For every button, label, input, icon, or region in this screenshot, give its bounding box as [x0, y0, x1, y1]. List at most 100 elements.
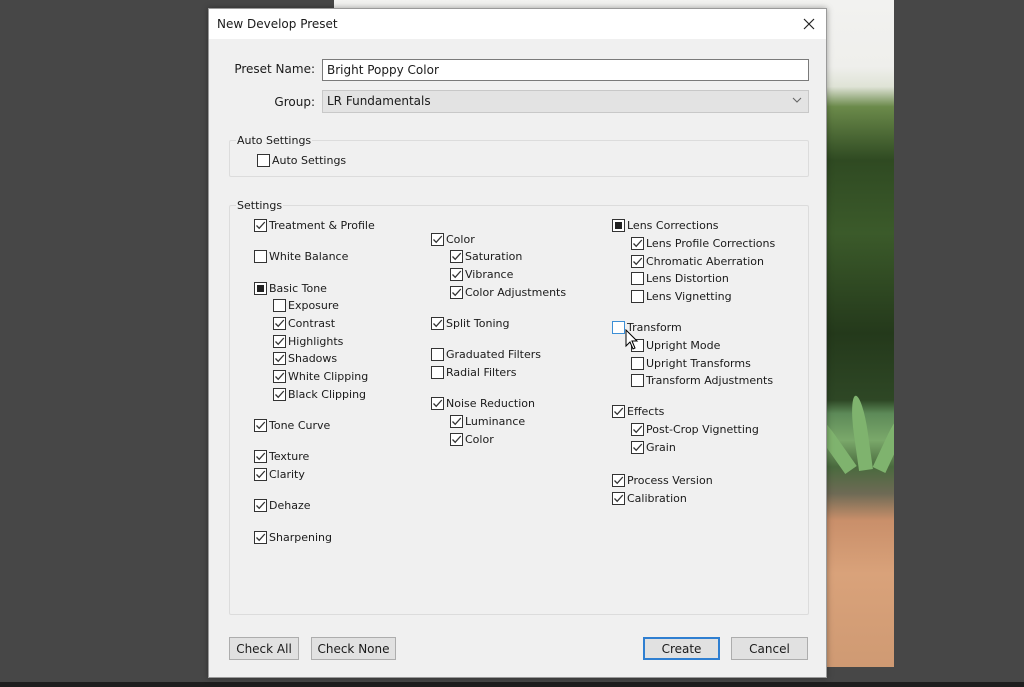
settings-checkbox-color[interactable]: Color [450, 433, 494, 446]
check-all-button[interactable]: Check All [229, 637, 299, 660]
settings-checkbox-tone-curve[interactable]: Tone Curve [254, 419, 330, 432]
checkbox-label: White Balance [269, 250, 349, 263]
settings-checkbox-chromatic-aberration[interactable]: Chromatic Aberration [631, 255, 764, 268]
settings-checkbox-dehaze[interactable]: Dehaze [254, 499, 311, 512]
checkbox-label: Treatment & Profile [269, 219, 375, 232]
settings-checkbox-shadows[interactable]: Shadows [273, 352, 337, 365]
agave-leaf [872, 408, 894, 473]
checkbox-box [612, 474, 625, 487]
settings-checkbox-post-crop-vignetting[interactable]: Post-Crop Vignetting [631, 423, 759, 436]
settings-checkbox-radial-filters[interactable]: Radial Filters [431, 366, 516, 379]
settings-checkbox-lens-distortion[interactable]: Lens Distortion [631, 272, 729, 285]
settings-checkbox-treatment-profile[interactable]: Treatment & Profile [254, 219, 375, 232]
checkbox-label: Process Version [627, 474, 713, 487]
checkbox-label: Upright Transforms [646, 357, 751, 370]
checkbox-label: Shadows [288, 352, 338, 365]
checkbox-label: Split Toning [446, 317, 510, 330]
preset-name-label: Preset Name: [234, 62, 315, 76]
settings-checkbox-grain[interactable]: Grain [631, 441, 676, 454]
checkbox-box [273, 388, 286, 401]
checkbox-label: Color [446, 233, 475, 246]
dialog-title: New Develop Preset [217, 17, 338, 31]
settings-checkbox-transform[interactable]: Transform [612, 321, 682, 334]
group-select[interactable]: LR Fundamentals [322, 90, 809, 113]
settings-checkbox-upright-mode[interactable]: Upright Mode [631, 339, 720, 352]
checkbox-box [450, 268, 463, 281]
checkbox-box [273, 317, 286, 330]
settings-checkbox-texture[interactable]: Texture [254, 450, 309, 463]
checkbox-box [273, 370, 286, 383]
checkbox-box [612, 492, 625, 505]
checkbox-box [450, 286, 463, 299]
checkbox-label: Saturation [465, 250, 523, 263]
checkbox-label: Chromatic Aberration [646, 255, 764, 268]
settings-checkbox-highlights[interactable]: Highlights [273, 335, 343, 348]
settings-checkbox-process-version[interactable]: Process Version [612, 474, 713, 487]
checkbox-label: Color [465, 433, 494, 446]
settings-checkbox-transform-adjustments[interactable]: Transform Adjustments [631, 374, 773, 387]
settings-checkbox-basic-tone[interactable]: Basic Tone [254, 282, 327, 295]
group-row: Group: [219, 95, 315, 109]
auto-settings-checkbox[interactable]: Auto Settings [257, 154, 346, 167]
settings-checkbox-contrast[interactable]: Contrast [273, 317, 335, 330]
checkbox-label: Vibrance [465, 268, 514, 281]
checkbox-box [631, 357, 644, 370]
checkbox-box [450, 415, 463, 428]
taskbar-strip [0, 682, 1024, 687]
settings-checkbox-white-clipping[interactable]: White Clipping [273, 370, 368, 383]
checkbox-box [631, 255, 644, 268]
settings-checkbox-luminance[interactable]: Luminance [450, 415, 525, 428]
checkbox-label: Texture [269, 450, 310, 463]
create-button[interactable]: Create [643, 637, 720, 660]
checkbox-box [431, 366, 444, 379]
checkbox-box [254, 250, 267, 263]
checkbox-label: Basic Tone [269, 282, 327, 295]
checkbox-box [431, 348, 444, 361]
settings-checkbox-lens-profile-corrections[interactable]: Lens Profile Corrections [631, 237, 775, 250]
settings-checkbox-color-adjustments[interactable]: Color Adjustments [450, 286, 566, 299]
settings-checkbox-calibration[interactable]: Calibration [612, 492, 687, 505]
settings-checkbox-graduated-filters[interactable]: Graduated Filters [431, 348, 541, 361]
checkbox-box [257, 154, 270, 167]
checkbox-box [254, 419, 267, 432]
settings-checkbox-noise-reduction[interactable]: Noise Reduction [431, 397, 535, 410]
checkbox-box [631, 423, 644, 436]
close-button[interactable] [792, 9, 826, 39]
checkbox-box [254, 219, 267, 232]
checkbox-label: Transform Adjustments [646, 374, 774, 387]
settings-checkbox-upright-transforms[interactable]: Upright Transforms [631, 357, 751, 370]
settings-checkbox-effects[interactable]: Effects [612, 405, 664, 418]
checkbox-box [631, 339, 644, 352]
checkbox-label: Lens Distortion [646, 272, 729, 285]
checkbox-box [631, 237, 644, 250]
checkbox-label: Tone Curve [269, 419, 331, 432]
check-none-button[interactable]: Check None [311, 637, 396, 660]
chevron-down-icon [792, 97, 802, 103]
dialog-titlebar: New Develop Preset [209, 9, 826, 39]
settings-checkbox-sharpening[interactable]: Sharpening [254, 531, 332, 544]
settings-checkbox-vibrance[interactable]: Vibrance [450, 268, 513, 281]
checkbox-box [431, 317, 444, 330]
settings-checkbox-split-toning[interactable]: Split Toning [431, 317, 509, 330]
settings-checkbox-lens-vignetting[interactable]: Lens Vignetting [631, 290, 732, 303]
checkbox-box [273, 335, 286, 348]
cancel-button[interactable]: Cancel [731, 637, 808, 660]
settings-checkbox-black-clipping[interactable]: Black Clipping [273, 388, 366, 401]
preset-name-row: Preset Name: [219, 62, 315, 76]
checkbox-label: Lens Corrections [627, 219, 719, 232]
settings-checkbox-lens-corrections[interactable]: Lens Corrections [612, 219, 719, 232]
settings-checkbox-color[interactable]: Color [431, 233, 475, 246]
checkbox-box [631, 441, 644, 454]
checkbox-box [254, 499, 267, 512]
preset-name-input[interactable] [322, 59, 809, 81]
checkbox-box [254, 282, 267, 295]
checkbox-label: Transform [627, 321, 682, 334]
checkbox-label: Contrast [288, 317, 336, 330]
settings-checkbox-exposure[interactable]: Exposure [273, 299, 339, 312]
settings-checkbox-clarity[interactable]: Clarity [254, 468, 305, 481]
settings-checkbox-white-balance[interactable]: White Balance [254, 250, 348, 263]
checkbox-label: White Clipping [288, 370, 369, 383]
checkbox-label: Color Adjustments [465, 286, 567, 299]
checkbox-box [450, 250, 463, 263]
settings-checkbox-saturation[interactable]: Saturation [450, 250, 522, 263]
